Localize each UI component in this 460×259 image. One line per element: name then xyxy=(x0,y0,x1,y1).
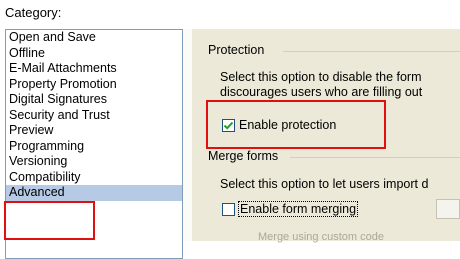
category-item-versioning[interactable]: Versioning xyxy=(6,154,182,170)
category-item-digital-signatures[interactable]: Digital Signatures xyxy=(6,92,182,108)
advanced-category-callout xyxy=(4,201,95,240)
category-item-security-and-trust[interactable]: Security and Trust xyxy=(6,108,182,124)
category-item-email-attachments[interactable]: E-Mail Attachments xyxy=(6,61,182,77)
category-item-property-promotion[interactable]: Property Promotion xyxy=(6,77,182,93)
enable-form-merging-checkbox-row[interactable]: Enable form merging xyxy=(222,201,359,217)
category-item-preview[interactable]: Preview xyxy=(6,123,182,139)
enable-protection-callout xyxy=(206,100,386,149)
enable-form-merging-label[interactable]: Enable form merging xyxy=(237,201,359,217)
protection-group-title: Protection xyxy=(208,43,265,57)
merge-forms-group-title: Merge forms xyxy=(208,149,279,163)
panel-edge xyxy=(183,29,192,241)
category-item-compatibility[interactable]: Compatibility xyxy=(6,170,182,186)
protection-description-line-1: Select this option to disable the form xyxy=(220,70,422,84)
merge-forms-group-rule xyxy=(290,157,460,158)
category-item-offline[interactable]: Offline xyxy=(6,46,182,62)
category-item-open-and-save[interactable]: Open and Save xyxy=(6,30,182,46)
protection-description-line-2: discourages users who are filling out xyxy=(220,85,423,99)
category-label: Category: xyxy=(5,5,62,20)
enable-form-merging-checkbox[interactable] xyxy=(222,202,235,216)
disabled-edge-control xyxy=(436,199,460,219)
category-item-advanced[interactable]: Advanced xyxy=(6,185,182,201)
merge-forms-description-line-1: Select this option to let users import d xyxy=(220,177,429,191)
merge-custom-code-option: Merge using custom code xyxy=(258,231,384,243)
protection-group-rule xyxy=(283,51,460,52)
category-item-programming[interactable]: Programming xyxy=(6,139,182,155)
